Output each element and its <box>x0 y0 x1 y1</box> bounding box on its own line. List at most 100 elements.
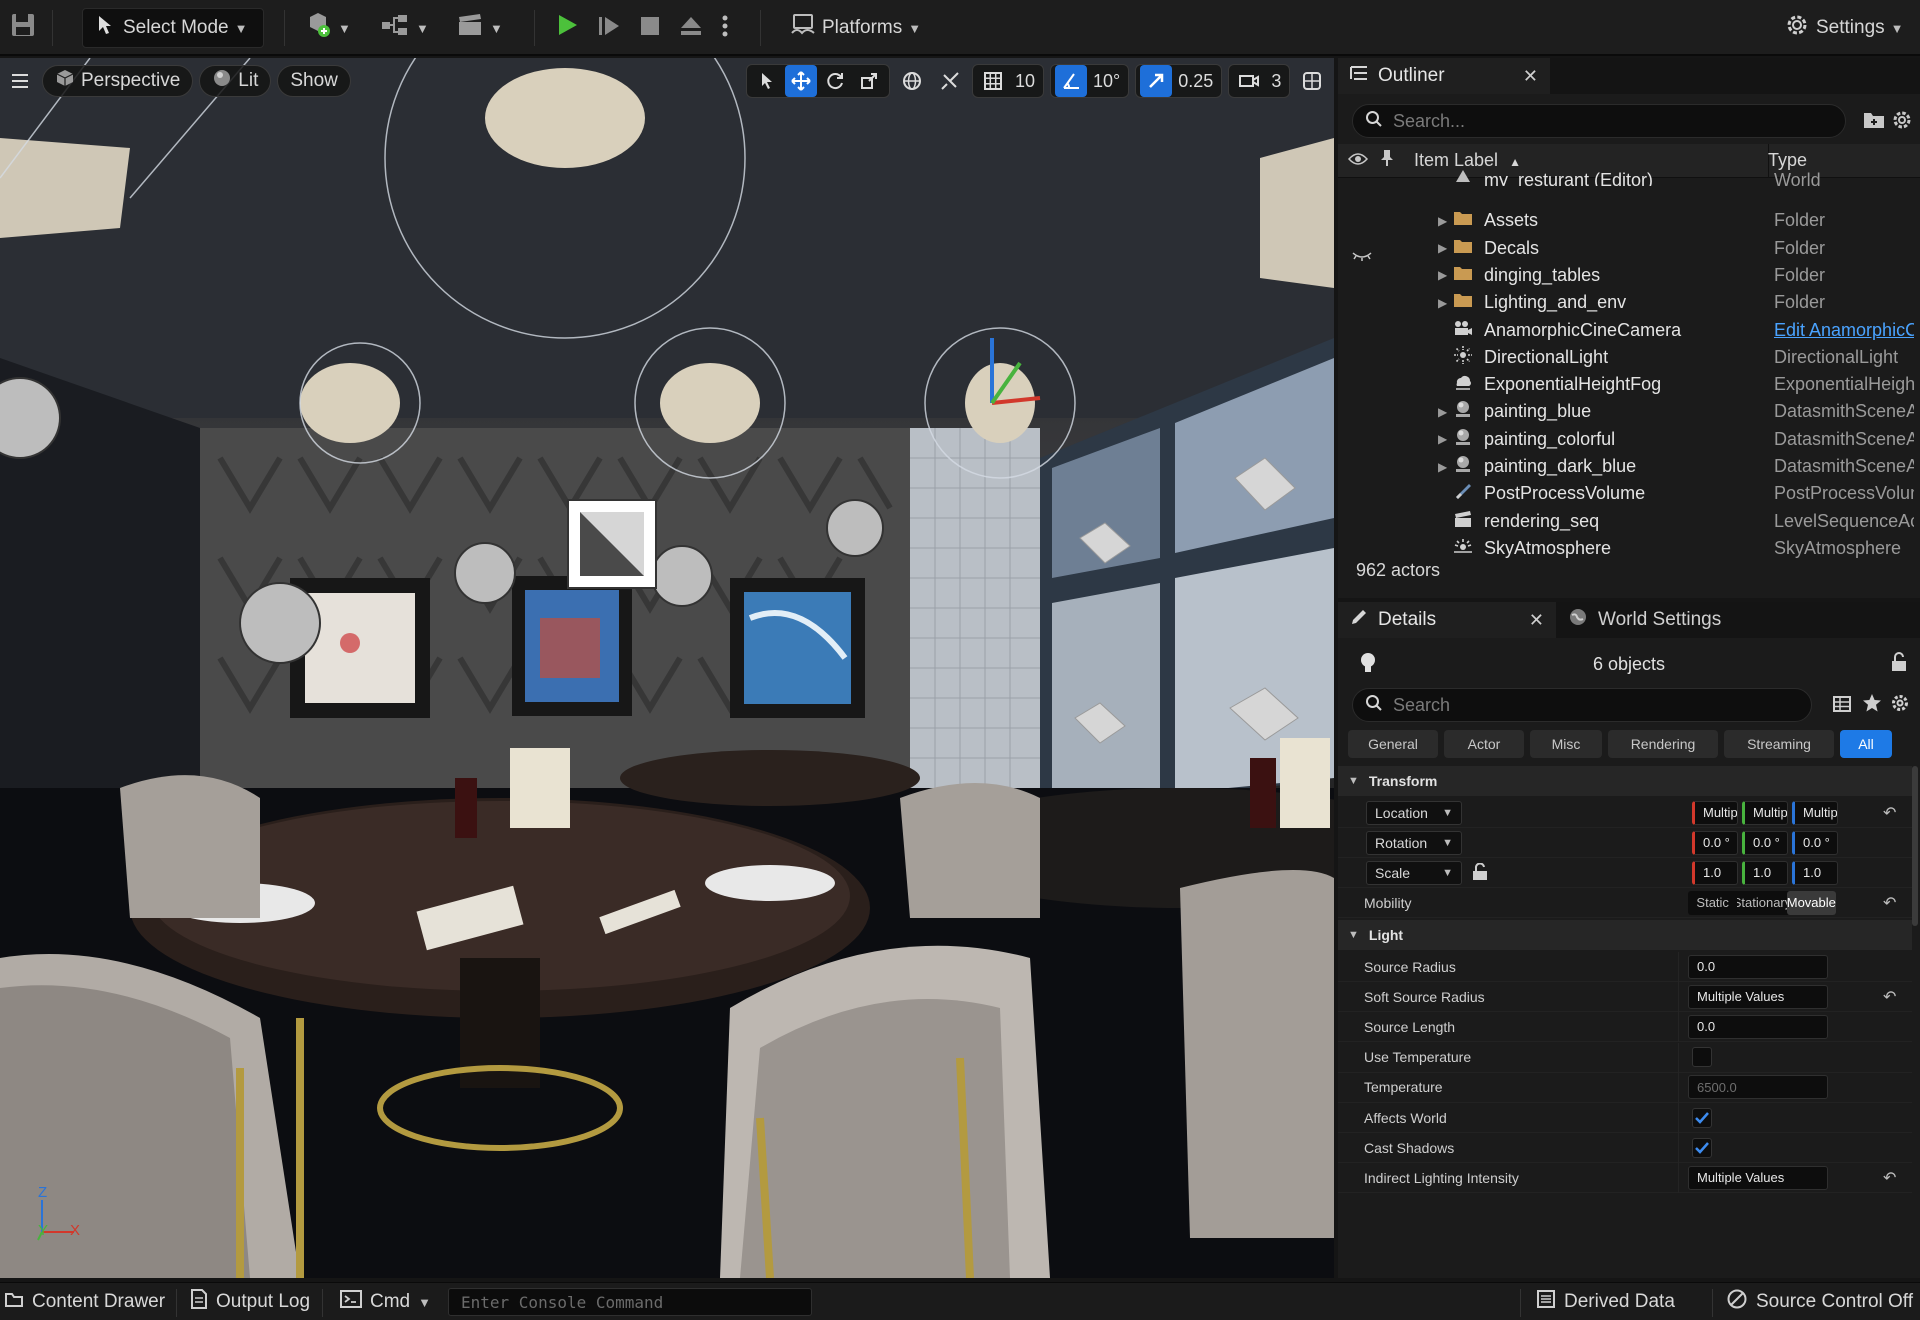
details-search-input[interactable]: Search <box>1352 688 1812 722</box>
add-folder-icon[interactable] <box>1863 110 1885 134</box>
more-options-icon[interactable] <box>720 13 730 43</box>
outliner-row[interactable]: ▶ Lighting_and_env Folder <box>1338 289 1920 316</box>
select-arrow-icon[interactable] <box>751 65 783 97</box>
outliner-search-input[interactable]: Search... <box>1352 104 1846 138</box>
table-view-icon[interactable] <box>1832 694 1852 718</box>
console-command-input[interactable]: Enter Console Command <box>448 1288 812 1316</box>
expand-arrow-icon[interactable]: ▶ <box>1438 405 1447 419</box>
property-value-field[interactable]: 0.0 <box>1688 1014 1828 1039</box>
details-scrollbar[interactable] <box>1912 766 1918 926</box>
rotation-pitch-field[interactable]: 0.0 ° <box>1742 830 1788 855</box>
outliner-row[interactable]: ▶ painting_colorful DatasmithSceneActor <box>1338 426 1920 453</box>
lit-button[interactable]: Lit <box>199 65 272 97</box>
outliner-row[interactable]: ▶ dinging_tables Folder <box>1338 262 1920 289</box>
select-mode-dropdown[interactable]: Select Mode ▼ <box>82 8 264 48</box>
close-icon[interactable]: ✕ <box>1529 610 1544 631</box>
outliner-row[interactable]: my_resturant (Editor) World <box>1338 170 1920 186</box>
reset-arrow-icon[interactable]: ↶ <box>1883 987 1896 1007</box>
light-section-header[interactable]: ▼ Light <box>1338 920 1912 950</box>
show-button[interactable]: Show <box>277 65 351 97</box>
blueprints-button[interactable]: ▼ <box>380 8 429 48</box>
output-log-button[interactable]: Output Log <box>190 1287 310 1317</box>
save-button[interactable] <box>10 8 36 48</box>
star-icon[interactable] <box>1862 693 1882 717</box>
tab-outliner[interactable]: Outliner ✕ <box>1338 58 1550 94</box>
outliner-row[interactable]: DirectionalLight DirectionalLight <box>1338 344 1920 371</box>
world-space-icon[interactable] <box>896 65 928 97</box>
eject-icon[interactable] <box>678 13 704 43</box>
column-type[interactable]: Type <box>1768 150 1807 171</box>
reset-arrow-icon[interactable]: ↶ <box>1883 893 1896 913</box>
outliner-row[interactable]: ExponentialHeightFog ExponentialHeightFog <box>1338 371 1920 398</box>
checkbox-checked[interactable] <box>1692 1107 1712 1128</box>
perspective-button[interactable]: Perspective <box>42 65 194 97</box>
category-misc[interactable]: Misc <box>1530 730 1602 758</box>
pin-icon[interactable] <box>1380 149 1394 172</box>
property-value-field[interactable]: Multiple Values <box>1688 984 1828 1009</box>
play-icon[interactable] <box>554 12 580 45</box>
outliner-row[interactable]: ▶ painting_dark_blue DatasmithSceneActor <box>1338 453 1920 480</box>
translate-icon[interactable] <box>785 65 817 97</box>
level-viewport[interactable]: Perspective Lit Show 10 10° 0.25 3 Z Y X <box>0 58 1334 1278</box>
scale-z-field[interactable]: 1.0 <box>1792 860 1838 885</box>
lock-icon[interactable] <box>1890 652 1908 676</box>
gear-icon[interactable] <box>1891 109 1913 135</box>
mobility-stationary-option[interactable]: Stationary <box>1737 891 1786 915</box>
outliner-row[interactable]: ▶ Decals Folder <box>1338 235 1920 262</box>
location-dropdown[interactable]: Location ▼ <box>1366 800 1462 825</box>
property-value-field[interactable]: Multiple Values <box>1688 1165 1828 1190</box>
outliner-row[interactable]: AnamorphicCineCamera Edit AnamorphicCineC… <box>1338 317 1920 344</box>
eye-icon[interactable] <box>1347 150 1369 171</box>
category-all[interactable]: All <box>1840 730 1892 758</box>
category-general[interactable]: General <box>1348 730 1438 758</box>
checkbox-checked[interactable] <box>1692 1137 1712 1158</box>
scale-dropdown[interactable]: Scale ▼ <box>1366 860 1462 885</box>
outliner-row[interactable]: ▶ Assets Folder <box>1338 207 1920 234</box>
transform-section-header[interactable]: ▼ Transform <box>1338 766 1912 796</box>
outliner-row[interactable]: SkyAtmosphere SkyAtmosphere <box>1338 535 1920 562</box>
rotation-roll-field[interactable]: 0.0 ° <box>1692 830 1738 855</box>
close-icon[interactable]: ✕ <box>1523 66 1538 87</box>
checkbox-unchecked[interactable] <box>1692 1047 1712 1068</box>
reset-arrow-icon[interactable]: ↶ <box>1883 1168 1896 1188</box>
category-streaming[interactable]: Streaming <box>1724 730 1834 758</box>
platforms-button[interactable]: Platforms ▼ <box>790 8 921 48</box>
scale-snap-group[interactable]: 0.25 <box>1135 64 1223 98</box>
expand-arrow-icon[interactable]: ▶ <box>1438 460 1447 474</box>
add-actor-button[interactable]: ▼ <box>304 8 351 48</box>
expand-arrow-icon[interactable]: ▶ <box>1438 214 1447 228</box>
rotation-dropdown[interactable]: Rotation ▼ <box>1366 830 1462 855</box>
location-y-field[interactable]: Multiple Values <box>1742 800 1788 825</box>
cmd-dropdown[interactable]: Cmd ▼ <box>340 1287 431 1317</box>
scale-x-field[interactable]: 1.0 <box>1692 860 1738 885</box>
surface-snap-icon[interactable] <box>934 65 966 97</box>
maximize-viewport-icon[interactable] <box>1296 65 1328 97</box>
tab-world-settings[interactable]: World Settings <box>1556 602 1796 638</box>
derived-data-button[interactable]: Derived Data <box>1536 1287 1675 1317</box>
settings-button[interactable]: Settings ▼ <box>1784 8 1904 48</box>
mobility-static-option[interactable]: Static <box>1688 891 1737 915</box>
category-rendering[interactable]: Rendering <box>1608 730 1718 758</box>
mobility-movable-option[interactable]: Movable <box>1786 890 1836 915</box>
rotation-yaw-field[interactable]: 0.0 ° <box>1792 830 1838 855</box>
tab-details[interactable]: Details ✕ <box>1338 602 1556 638</box>
category-actor[interactable]: Actor <box>1444 730 1524 758</box>
outliner-row[interactable]: PostProcessVolume PostProcessVolume <box>1338 480 1920 507</box>
hidden-eye-icon[interactable] <box>1352 248 1372 265</box>
scale-icon[interactable] <box>853 65 885 97</box>
reset-arrow-icon[interactable]: ↶ <box>1883 803 1896 823</box>
property-value-field[interactable]: 0.0 <box>1688 954 1828 979</box>
column-item-label[interactable]: Item Label ▲ <box>1414 150 1521 171</box>
rotation-snap-group[interactable]: 10° <box>1050 64 1130 98</box>
stop-icon[interactable] <box>638 14 662 42</box>
gear-icon[interactable] <box>1890 693 1910 717</box>
cinematics-button[interactable]: ▼ <box>456 8 503 48</box>
advance-frame-icon[interactable] <box>596 13 622 43</box>
expand-arrow-icon[interactable]: ▶ <box>1438 241 1447 255</box>
source-control-button[interactable]: Source Control Off <box>1726 1287 1913 1317</box>
camera-speed-group[interactable]: 3 <box>1228 64 1291 98</box>
location-x-field[interactable]: Multiple Values <box>1692 800 1738 825</box>
outliner-row[interactable]: ▶ painting_blue DatasmithSceneActor <box>1338 398 1920 425</box>
expand-arrow-icon[interactable]: ▶ <box>1438 432 1447 446</box>
expand-arrow-icon[interactable]: ▶ <box>1438 296 1447 310</box>
